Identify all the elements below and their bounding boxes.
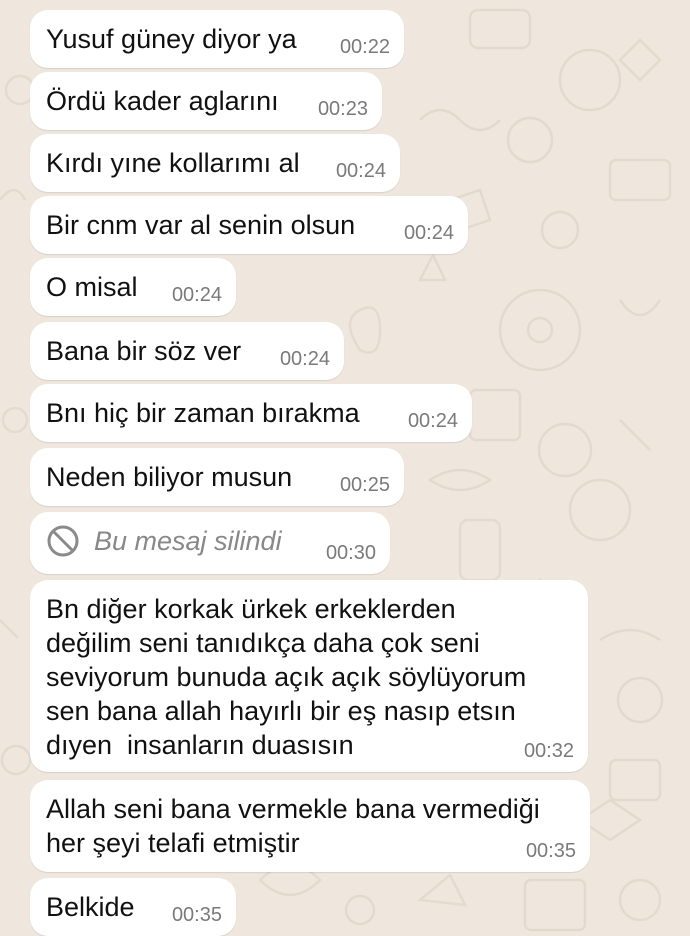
message-text: Bir cnm var al senin olsun	[46, 210, 356, 240]
message-bubble[interactable]: Yusuf güney diyor ya 00:22	[30, 10, 404, 68]
message-bubble[interactable]: Ördü kader aglarını 00:23	[30, 72, 382, 130]
message-bubble[interactable]: Allah seni bana vermekle bana vermediği …	[30, 780, 590, 872]
message-time: 00:24	[407, 410, 458, 432]
message-time: 00:25	[339, 474, 390, 496]
message-bubble[interactable]: O misal 00:24	[30, 258, 236, 316]
message-text: Bn diğer korkak ürkek erkeklerden değili…	[46, 594, 527, 760]
message-text: Yusuf güney diyor ya	[46, 24, 297, 54]
message-time: 00:22	[339, 36, 390, 58]
message-time: 00:24	[335, 160, 386, 182]
message-text: Kırdı yıne kollarımı al	[46, 148, 300, 178]
message-bubble[interactable]: Belkide 00:35	[30, 878, 236, 936]
message-bubble[interactable]: Bnı hiç bir zaman bırakma 00:24	[30, 384, 472, 442]
message-time: 00:30	[325, 542, 376, 564]
message-time: 00:32	[523, 740, 574, 762]
message-bubble[interactable]: Bir cnm var al senin olsun 00:24	[30, 196, 468, 254]
message-text: Neden biliyor musun	[46, 462, 293, 492]
message-time: 00:24	[403, 222, 454, 244]
message-time: 00:24	[279, 348, 330, 370]
message-time: 00:24	[171, 284, 222, 306]
deleted-message-row: Bu mesaj silindi	[46, 524, 374, 558]
message-time: 00:23	[317, 98, 368, 120]
deleted-message-bubble[interactable]: Bu mesaj silindi 00:30	[30, 512, 390, 574]
message-text: Allah seni bana vermekle bana vermediği …	[46, 794, 540, 858]
deleted-message-text: Bu mesaj silindi	[94, 526, 282, 556]
message-bubble[interactable]: Bn diğer korkak ürkek erkeklerden değili…	[30, 580, 588, 772]
message-bubble[interactable]: Neden biliyor musun 00:25	[30, 448, 404, 506]
deleted-message-icon	[46, 524, 80, 558]
message-time: 00:35	[171, 904, 222, 926]
message-text: Bnı hiç bir zaman bırakma	[46, 398, 360, 428]
message-bubble[interactable]: Bana bir söz ver 00:24	[30, 322, 344, 380]
message-bubble[interactable]: Kırdı yıne kollarımı al 00:24	[30, 134, 400, 192]
message-time: 00:35	[525, 840, 576, 862]
